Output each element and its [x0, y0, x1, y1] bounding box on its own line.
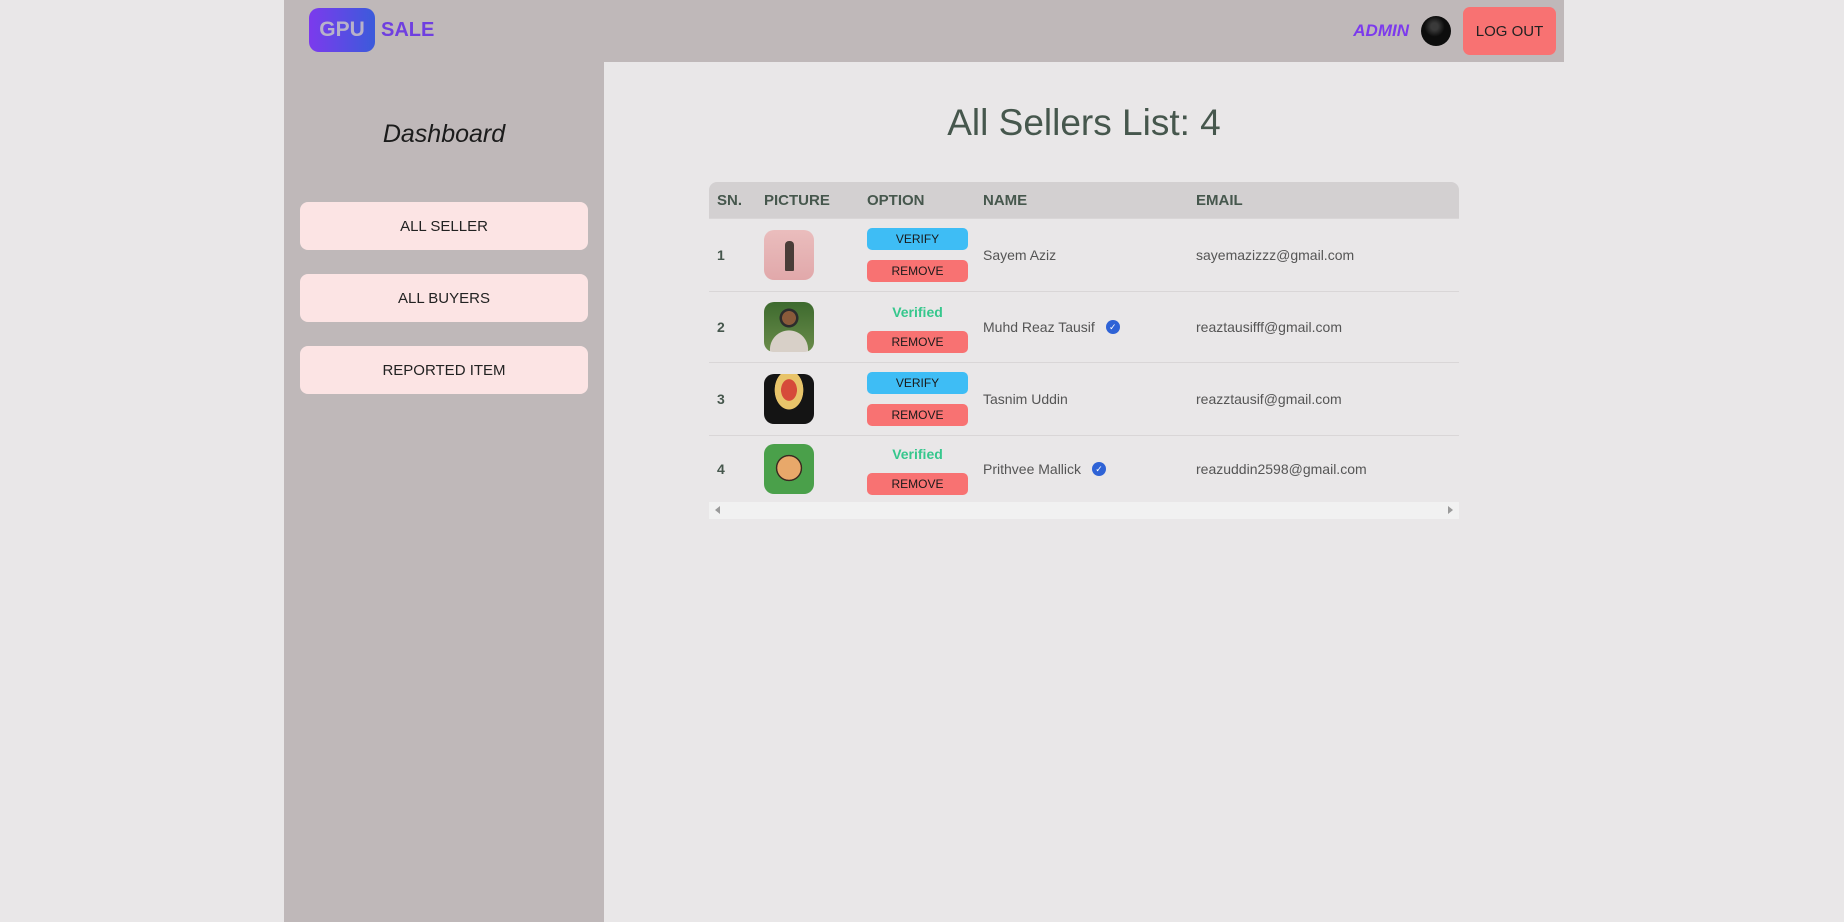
row-sn: 3 — [709, 362, 764, 436]
table-row: 2 Verified REMOVE Muhd Reaz Tausif ✓ reaz… — [709, 291, 1459, 363]
seller-name: Prithvee Mallick — [983, 461, 1082, 477]
user-avatar[interactable] — [1421, 16, 1451, 46]
seller-name: Muhd Reaz Tausif — [983, 319, 1095, 335]
remove-button[interactable]: REMOVE — [867, 404, 968, 426]
row-options: Verified REMOVE — [867, 301, 968, 353]
header-option: OPTION — [867, 191, 925, 209]
sidebar-item-reported-item[interactable]: REPORTED ITEM — [300, 346, 588, 394]
scroll-left-arrow-icon[interactable] — [715, 506, 720, 514]
table-row: 3 VERIFY REMOVE Tasnim Uddin reazztausif… — [709, 362, 1459, 436]
logo-badge: GPU — [309, 8, 375, 52]
seller-name: Sayem Aziz — [983, 247, 1057, 263]
remove-button[interactable]: REMOVE — [867, 260, 968, 282]
seller-avatar — [764, 444, 814, 494]
row-options: Verified REMOVE — [867, 443, 968, 495]
seller-email: sayemazizzz@gmail.com — [1196, 218, 1459, 292]
row-options: VERIFY REMOVE — [867, 372, 968, 426]
row-options: VERIFY REMOVE — [867, 228, 968, 282]
verify-button[interactable]: VERIFY — [867, 228, 968, 250]
row-sn: 4 — [709, 435, 764, 502]
sidebar-item-all-buyers[interactable]: ALL BUYERS — [300, 274, 588, 322]
horizontal-scrollbar[interactable] — [709, 502, 1459, 519]
logo-text: SALE — [381, 18, 435, 41]
main-content: All Sellers List: 4 SN. PICTURE OPTION N… — [604, 62, 1564, 922]
seller-avatar — [764, 230, 814, 280]
table-header-row: SN. PICTURE OPTION NAME EMAIL — [709, 182, 1459, 219]
page-title: All Sellers List: 4 — [947, 102, 1221, 143]
role-label: ADMIN — [1353, 21, 1409, 40]
header-picture: PICTURE — [764, 191, 830, 209]
sellers-table: SN. PICTURE OPTION NAME EMAIL 1 VERIFY R… — [709, 182, 1459, 502]
seller-avatar — [764, 374, 814, 424]
remove-button[interactable]: REMOVE — [867, 331, 968, 353]
logout-button[interactable]: LOG OUT — [1463, 7, 1556, 55]
row-sn: 1 — [709, 218, 764, 292]
verify-button[interactable]: VERIFY — [867, 372, 968, 394]
remove-button[interactable]: REMOVE — [867, 473, 968, 495]
sellers-table-container: SN. PICTURE OPTION NAME EMAIL 1 VERIFY R… — [709, 182, 1459, 519]
top-navbar: GPU SALE ADMIN LOG OUT — [284, 0, 1564, 62]
scroll-right-arrow-icon[interactable] — [1448, 506, 1453, 514]
seller-email: reaztausifff@gmail.com — [1196, 291, 1459, 363]
navbar-right: ADMIN LOG OUT — [1353, 7, 1556, 55]
sidebar-title: Dashboard — [382, 120, 506, 148]
sidebar: Dashboard ALL SELLER ALL BUYERS REPORTED… — [284, 62, 604, 922]
check-circle-icon: ✓ — [1092, 462, 1107, 476]
table-row: 4 Verified REMOVE Prithvee Mallick ✓ reaz… — [709, 435, 1459, 502]
verified-status: Verified — [892, 446, 943, 462]
brand-logo[interactable]: GPU SALE — [309, 8, 434, 52]
app-root: GPU SALE ADMIN LOG OUT Dashboard ALL SEL… — [284, 0, 1564, 922]
sidebar-item-all-seller[interactable]: ALL SELLER — [300, 202, 588, 250]
row-sn: 2 — [709, 291, 764, 363]
seller-email: reazuddin2598@gmail.com — [1196, 435, 1459, 502]
header-email: EMAIL — [1196, 191, 1243, 209]
check-circle-icon: ✓ — [1105, 320, 1120, 334]
header-name: NAME — [983, 191, 1028, 209]
seller-name: Tasnim Uddin — [983, 391, 1068, 407]
verified-status: Verified — [892, 304, 943, 320]
table-row: 1 VERIFY REMOVE Sayem Aziz sayemazizzz@g… — [709, 218, 1459, 292]
seller-email: reazztausif@gmail.com — [1196, 362, 1459, 436]
seller-avatar — [764, 302, 814, 352]
header-sn: SN. — [717, 191, 743, 209]
